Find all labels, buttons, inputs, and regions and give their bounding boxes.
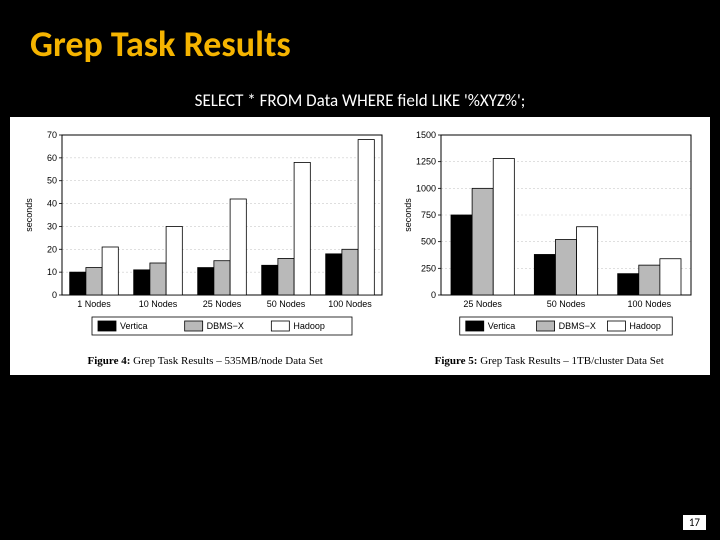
svg-text:Vertica: Vertica — [488, 321, 516, 331]
chart-fig4-svg: 0 10 20 30 40 50 60 70 seconds 1 Nodes 10 Nodes 25 … — [20, 127, 390, 347]
charts-row: 0 10 20 30 40 50 60 70 seconds 1 Nodes 10 Nodes 25 … — [10, 117, 710, 375]
svg-text:25 Nodes: 25 Nodes — [203, 299, 242, 309]
svg-text:60: 60 — [47, 153, 57, 163]
svg-text:40: 40 — [47, 199, 57, 209]
page-number: 17 — [683, 515, 706, 530]
svg-text:1500: 1500 — [416, 130, 436, 140]
svg-text:250: 250 — [421, 263, 436, 273]
svg-text:seconds: seconds — [24, 198, 34, 232]
svg-text:20: 20 — [47, 244, 57, 254]
caption-fig5: Figure 5: Grep Task Results – 1TB/cluste… — [435, 355, 664, 367]
caption-fig4-text: Grep Task Results – 535MB/node Data Set — [130, 355, 322, 367]
svg-text:750: 750 — [421, 210, 436, 220]
svg-text:Vertica: Vertica — [120, 321, 148, 331]
svg-text:Hadoop: Hadoop — [294, 321, 326, 331]
svg-text:0: 0 — [431, 290, 436, 300]
svg-text:25 Nodes: 25 Nodes — [464, 299, 503, 309]
svg-text:500: 500 — [421, 237, 436, 247]
svg-text:1 Nodes: 1 Nodes — [77, 299, 111, 309]
caption-fig4: Figure 4: Grep Task Results – 535MB/node… — [88, 355, 323, 367]
svg-text:1250: 1250 — [416, 157, 436, 167]
svg-text:100 Nodes: 100 Nodes — [328, 299, 372, 309]
svg-text:50: 50 — [47, 176, 57, 186]
svg-text:70: 70 — [47, 130, 57, 140]
svg-text:0: 0 — [52, 290, 57, 300]
sql-subtitle: SELECT * FROM Data WHERE field LIKE '%XY… — [0, 90, 720, 111]
chart-fig4: 0 10 20 30 40 50 60 70 seconds 1 Nodes 10 Nodes 25 … — [16, 127, 394, 367]
svg-text:seconds: seconds — [403, 198, 413, 232]
svg-text:Hadoop: Hadoop — [630, 321, 662, 331]
svg-text:DBMS−X: DBMS−X — [207, 321, 244, 331]
svg-text:1000: 1000 — [416, 183, 436, 193]
svg-text:100 Nodes: 100 Nodes — [628, 299, 672, 309]
chart-fig5: 0 250 500 750 1000 1250 1500 seconds 25 Nodes 50 … — [394, 127, 704, 367]
caption-fig5-prefix: Figure 5: — [435, 355, 478, 367]
svg-text:30: 30 — [47, 221, 57, 231]
caption-fig4-prefix: Figure 4: — [88, 355, 131, 367]
svg-text:50 Nodes: 50 Nodes — [267, 299, 306, 309]
caption-fig5-text: Grep Task Results – 1TB/cluster Data Set — [477, 355, 663, 367]
svg-text:10 Nodes: 10 Nodes — [139, 299, 178, 309]
svg-text:50 Nodes: 50 Nodes — [547, 299, 586, 309]
chart-fig5-svg: 0 250 500 750 1000 1250 1500 seconds 25 Nodes 50 … — [399, 127, 699, 347]
svg-text:10: 10 — [47, 267, 57, 277]
slide: Grep Task Results SELECT * FROM Data WHE… — [0, 0, 720, 540]
svg-text:DBMS−X: DBMS−X — [559, 321, 596, 331]
page-title: Grep Task Results — [0, 0, 720, 72]
